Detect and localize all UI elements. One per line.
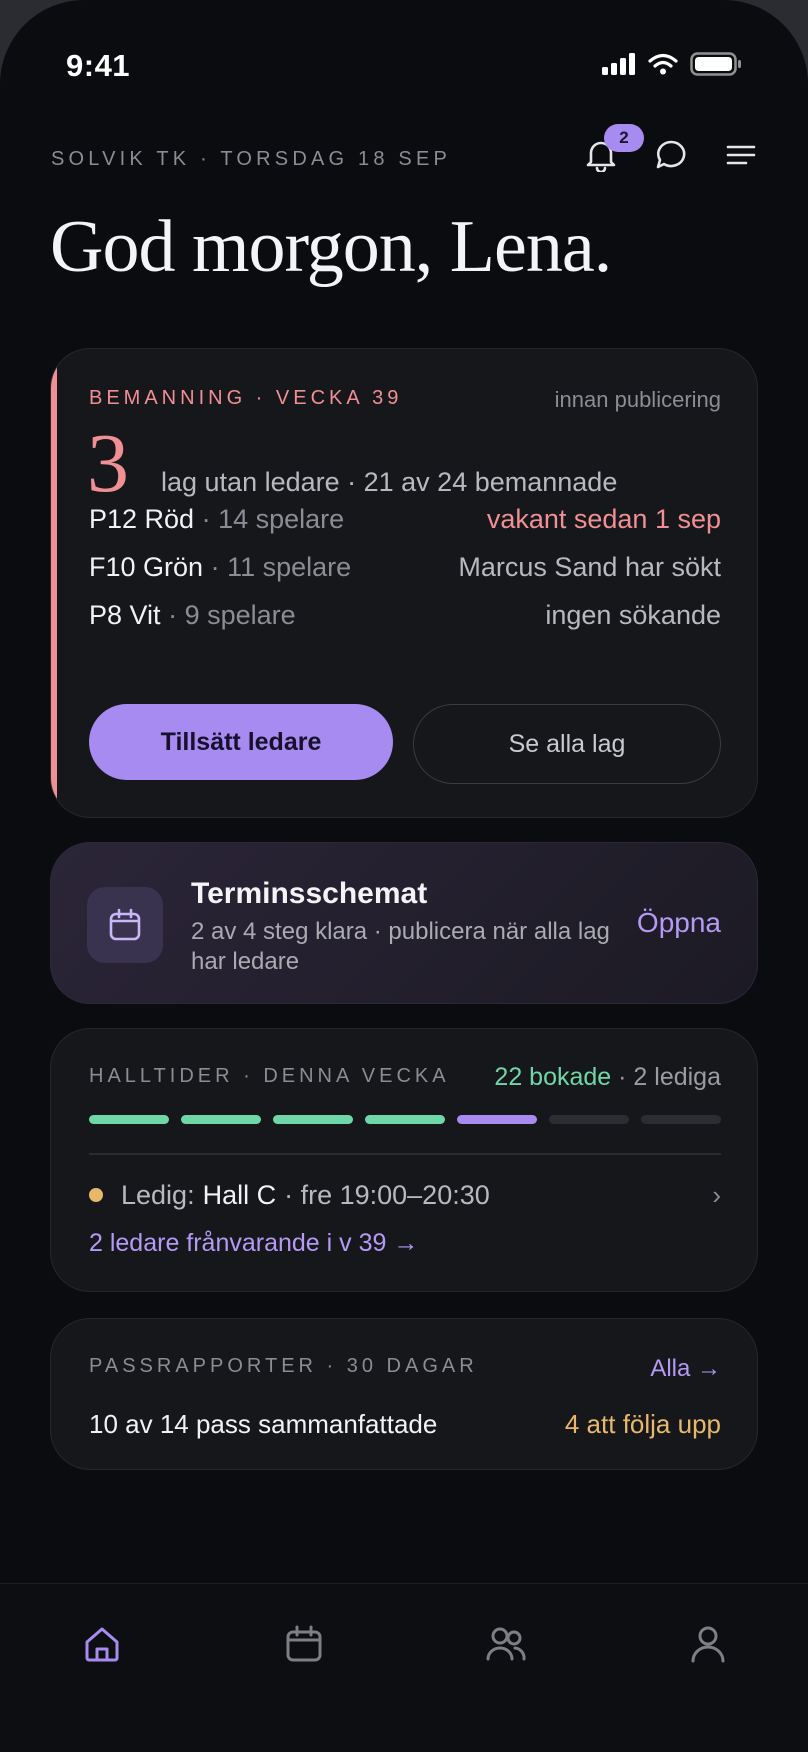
booking-segment — [641, 1115, 721, 1124]
calendar-icon — [109, 908, 141, 941]
signal-icon — [602, 53, 636, 80]
notification-count-badge: 2 — [604, 124, 644, 152]
club-date-eyebrow: SOLVIK TK · TORSDAG 18 SEP — [51, 148, 452, 170]
tab-calendar[interactable] — [274, 1614, 334, 1674]
status-time: 9:41 — [66, 48, 131, 83]
calendar-icon — [286, 1625, 322, 1662]
reports-kicker: PASSRAPPORTER · 30 DAGAR — [89, 1355, 478, 1377]
schedule-icon-box — [87, 887, 163, 963]
profile-icon — [691, 1626, 725, 1663]
booking-segment — [457, 1115, 537, 1124]
notifications-button[interactable]: 2 — [584, 124, 644, 172]
staffing-kicker: BEMANNING · VECKA 39 — [89, 387, 403, 409]
home-icon — [85, 1627, 119, 1662]
greeting-title: God morgon, Lena. — [50, 206, 612, 288]
chevron-right-icon: › — [712, 1179, 721, 1210]
team-row[interactable]: P8 Vit · 9 spelare ingen sökande — [89, 598, 721, 632]
see-all-teams-button[interactable]: Se alla lag — [413, 704, 721, 784]
tab-profile[interactable] — [678, 1614, 738, 1674]
hall-times-counts: 22 bokade · 2 lediga — [494, 1063, 721, 1092]
booking-segment — [549, 1115, 629, 1124]
team-player-count: 9 spelare — [184, 599, 296, 630]
team-row[interactable]: F10 Grön · 11 spelare Marcus Sand har sö… — [89, 550, 721, 584]
assign-leader-button[interactable]: Tillsätt ledare — [89, 704, 393, 780]
battery-icon — [690, 52, 742, 81]
team-status: vakant sedan 1 sep — [486, 503, 721, 534]
team-separator: · — [194, 503, 219, 534]
hall-booking-progress — [89, 1115, 721, 1124]
menu-button[interactable] — [724, 138, 758, 172]
tab-bar — [0, 1583, 808, 1752]
open-schedule-link[interactable]: Öppna — [637, 907, 721, 939]
free-slot-row[interactable]: Ledig: Hall C · fre 19:00–20:30 › — [89, 1177, 721, 1213]
free-slot-label: Ledig: — [121, 1179, 195, 1210]
all-reports-link[interactable]: Alla → — [650, 1355, 721, 1383]
team-status: ingen sökande — [545, 599, 721, 630]
team-name: P12 Röd — [89, 503, 195, 534]
divider — [89, 1153, 721, 1155]
term-schedule-card[interactable]: Terminsschemat 2 av 4 steg klara · publi… — [50, 842, 758, 1004]
schedule-title: Terminsschemat — [191, 877, 428, 910]
team-icon — [486, 1627, 526, 1661]
wifi-icon — [648, 53, 678, 80]
unstaffed-summary: lag utan ledare · 21 av 24 bemannade — [161, 467, 618, 497]
reports-summary: 10 av 14 pass sammanfattade — [89, 1409, 438, 1439]
free-slot-dot — [89, 1188, 103, 1202]
status-icons — [602, 52, 742, 81]
hall-times-card: HALLTIDER · DENNA VECKA 22 bokade · 2 le… — [50, 1028, 758, 1292]
header-actions: 2 — [584, 124, 758, 172]
team-player-count: 11 spelare — [227, 551, 352, 582]
staffing-card: BEMANNING · VECKA 39 innan publicering 3… — [50, 348, 758, 818]
team-separator: · — [160, 599, 185, 630]
team-player-count: 14 spelare — [218, 503, 345, 534]
phone-screen: 9:41 SOLVIK TK · TORSDAG 18 SEP 2 God mo… — [0, 0, 808, 1752]
absent-leaders-link[interactable]: 2 ledare frånvarande i v 39 → — [89, 1229, 418, 1258]
hall-times-kicker: HALLTIDER · DENNA VECKA — [89, 1065, 450, 1087]
booking-segment — [273, 1115, 353, 1124]
session-reports-card: PASSRAPPORTER · 30 DAGAR Alla → 10 av 14… — [50, 1318, 758, 1470]
team-status: Marcus Sand har sökt — [458, 551, 721, 582]
booking-segment — [365, 1115, 445, 1124]
chat-bubble-icon — [656, 140, 686, 169]
tab-teams[interactable] — [476, 1614, 536, 1674]
messages-button[interactable] — [654, 138, 688, 172]
staffing-note: innan publicering — [554, 387, 721, 412]
booked-count: 22 bokade — [494, 1063, 612, 1091]
tab-home[interactable] — [72, 1614, 132, 1674]
team-row[interactable]: P12 Röd · 14 spelare vakant sedan 1 sep — [89, 502, 721, 536]
alert-accent-bar — [51, 349, 57, 817]
status-bar: 9:41 — [0, 0, 808, 130]
unstaffed-count: 3 — [87, 417, 129, 510]
free-count: · 2 lediga — [611, 1063, 721, 1091]
team-separator: · — [203, 551, 228, 582]
team-name: P8 Vit — [89, 599, 161, 630]
booking-segment — [89, 1115, 169, 1124]
free-slot-time: · fre 19:00–20:30 — [284, 1179, 490, 1210]
free-slot-hall: Hall C — [202, 1179, 277, 1210]
follow-up-count[interactable]: 4 att följa upp — [565, 1409, 721, 1440]
menu-icon — [726, 145, 756, 165]
team-name: F10 Grön — [89, 551, 204, 582]
schedule-progress-text: 2 av 4 steg klara · publicera när alla l… — [191, 918, 610, 975]
booking-segment — [181, 1115, 261, 1124]
